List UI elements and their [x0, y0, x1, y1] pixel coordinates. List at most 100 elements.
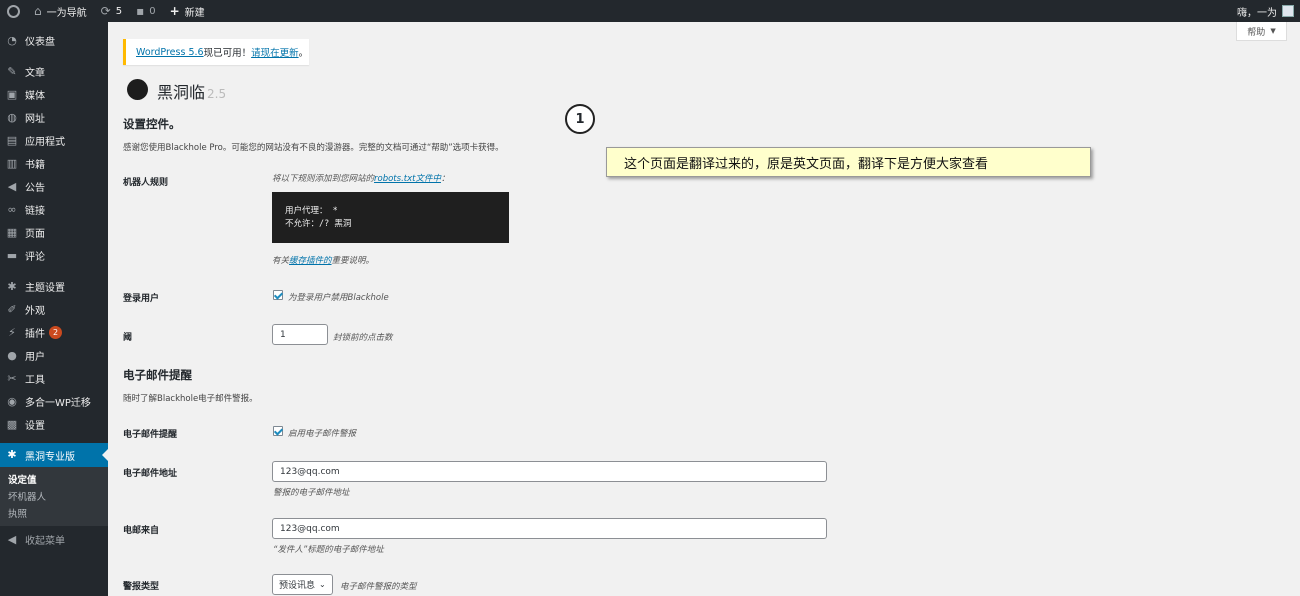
robots-hint-post: ： — [440, 174, 450, 184]
updates-icon: ⟳ — [100, 4, 111, 18]
sidebar-item-comments[interactable]: ▬ 评论 — [0, 244, 108, 267]
cache-note: 有关缓存插件的重要说明。 — [272, 254, 374, 266]
sidebar-item-label: 用户 — [25, 352, 45, 363]
notice-end: 。 — [298, 48, 309, 59]
comment-icon: ▪ — [136, 4, 145, 18]
comments-menu[interactable]: ▪ 0 — [129, 0, 163, 22]
chevron-down-icon: ⌄ — [319, 580, 326, 589]
sidebar-item-blackhole-pro[interactable]: ✱ 黑洞专业版 — [0, 443, 108, 467]
sidebar-item-label: 链接 — [25, 206, 45, 217]
new-content-menu[interactable]: + 新建 — [163, 0, 212, 22]
logged-users-checkbox[interactable] — [273, 290, 283, 300]
wp-logo-menu[interactable] — [0, 0, 27, 22]
threshold-label: 阈 — [123, 333, 133, 343]
sidebar-item-media[interactable]: ▣ 媒体 — [0, 83, 108, 106]
settings-description: 感谢您使用Blackhole Pro。可能您的网站没有不良的漫游器。完整的文档可… — [123, 143, 504, 153]
brush-icon: ✐ — [7, 302, 17, 316]
email-alerts-description: 随时了解Blackhole电子邮件警报。 — [123, 394, 258, 404]
sidebar-item-migration[interactable]: ◉ 多合一WP迁移 — [0, 390, 108, 413]
cache-note-post: 重要说明。 — [331, 256, 375, 266]
sidebar-item-label: 评论 — [25, 252, 45, 263]
wordpress-version-link[interactable]: WordPress 5.6 — [136, 47, 204, 58]
submenu-item-license[interactable]: 执照 — [0, 504, 108, 521]
wordpress-logo-icon — [7, 4, 20, 18]
logged-users-text: 为登录用户禁用Blackhole — [288, 293, 389, 303]
sidebar-item-sites[interactable]: ◍ 网址 — [0, 106, 108, 129]
email-address-input[interactable]: 123@qq.com — [272, 461, 827, 482]
sidebar-item-label: 黑洞专业版 — [25, 451, 75, 463]
greeting: 嗨，一为 — [1237, 7, 1277, 19]
cache-plugin-link[interactable]: 缓存插件的 — [289, 256, 332, 266]
avatar — [1282, 5, 1294, 17]
my-account-menu[interactable]: 嗨，一为 — [1237, 0, 1294, 22]
submenu-item-bad-bots[interactable]: 坏机器人 — [0, 487, 108, 504]
plugin-title: 黑洞临 — [157, 83, 206, 102]
sidebar-item-tools[interactable]: ✂ 工具 — [0, 367, 108, 390]
threshold-input[interactable]: 1 — [272, 324, 328, 345]
admin-sidebar: ◔ 仪表盘 ✎ 文章 ▣ 媒体 ◍ 网址 ▤ 应用程式 ▥ 书籍 ◀ 公告 ∞ 链接 ▦ 页面 ▬… — [0, 22, 108, 596]
gear-icon: ✱ — [7, 448, 17, 461]
sidebar-item-label: 设置 — [25, 421, 45, 432]
sidebar-item-dashboard[interactable]: ◔ 仪表盘 — [0, 29, 108, 52]
annotation-note: 这个页面是翻译过来的，原是英文页面，翻译下是方便大家查看 — [606, 147, 1091, 177]
book-icon: ▥ — [6, 156, 18, 170]
email-alerts-label: 电子邮件提醒 — [123, 430, 178, 440]
sidebar-item-appearance[interactable]: ✐ 外观 — [0, 298, 108, 321]
sidebar-item-users[interactable]: ● 用户 — [0, 344, 108, 367]
sidebar-item-label: 书籍 — [25, 160, 45, 171]
robots-line-1: 用户代理： * — [285, 206, 338, 216]
home-icon: ⌂ — [34, 4, 42, 18]
help-tab-button[interactable]: 帮助 ▼ — [1236, 22, 1287, 41]
comments-count: 0 — [149, 5, 156, 17]
settings-heading: 设置控件。 — [123, 117, 181, 131]
gear-icon: ✱ — [7, 279, 17, 293]
migrate-icon: ◉ — [7, 394, 17, 408]
robots-txt-link[interactable]: robots.txt文件中 — [374, 174, 441, 184]
email-address-label: 电子邮件地址 — [123, 469, 178, 479]
blackhole-submenu: 设定值 坏机器人 执照 — [0, 467, 108, 526]
blackhole-logo-icon — [127, 79, 148, 100]
update-now-link[interactable]: 请现在更新 — [251, 45, 299, 59]
sidebar-item-label: 页面 — [25, 229, 45, 240]
sidebar-item-label: 公告 — [25, 183, 45, 194]
alert-type-select[interactable]: 预设讯息 ⌄ — [272, 574, 333, 595]
link-icon: ∞ — [7, 202, 17, 216]
site-name: 一为导航 — [46, 7, 87, 19]
sidebar-item-label: 多合一WP迁移 — [25, 398, 91, 409]
site-name-menu[interactable]: ⌂ 一为导航 — [27, 0, 94, 22]
annotation-number-badge: 1 — [565, 104, 595, 134]
sidebar-item-settings[interactable]: ▩ 设置 — [0, 413, 108, 436]
updates-menu[interactable]: ⟳ 5 — [94, 0, 129, 22]
robots-line-2: 不允许：/? 黑洞 — [285, 219, 352, 229]
user-icon: ● — [7, 348, 17, 362]
settings-icon: ▩ — [6, 417, 18, 431]
email-from-input[interactable]: 123@qq.com — [272, 518, 827, 539]
email-address-note: 警报的电子邮件地址 — [273, 488, 350, 498]
chevron-down-icon: ▼ — [1270, 27, 1276, 35]
sidebar-item-apps[interactable]: ▤ 应用程式 — [0, 129, 108, 152]
sidebar-item-pages[interactable]: ▦ 页面 — [0, 221, 108, 244]
robots-hint: 将以下规则添加到您网站的robots.txt文件中： — [272, 172, 449, 184]
email-from-label: 电邮来自 — [123, 526, 160, 536]
submenu-item-settings[interactable]: 设定值 — [0, 470, 108, 487]
help-label: 帮助 — [1247, 27, 1266, 38]
sidebar-item-theme-settings[interactable]: ✱ 主题设置 — [0, 275, 108, 298]
sidebar-item-label: 仪表盘 — [25, 37, 55, 48]
sidebar-item-posts[interactable]: ✎ 文章 — [0, 60, 108, 83]
plugin-update-badge: 2 — [49, 326, 62, 339]
wrench-icon: ✂ — [7, 371, 17, 385]
collapse-menu-button[interactable]: ◀ 收起菜单 — [0, 528, 108, 551]
sidebar-item-label: 主题设置 — [25, 283, 65, 294]
megaphone-icon: ◀ — [7, 179, 17, 193]
robots-hint-pre: 将以下规则添加到您网站的 — [272, 174, 375, 184]
plus-icon: + — [169, 4, 180, 18]
app-icon: ▤ — [6, 133, 18, 147]
update-notice: WordPress 5.6 现已可用！ 请现在更新。 — [123, 39, 309, 65]
page-icon: ▦ — [6, 225, 18, 239]
sidebar-item-links[interactable]: ∞ 链接 — [0, 198, 108, 221]
sidebar-item-bulletin[interactable]: ◀ 公告 — [0, 175, 108, 198]
sidebar-item-plugins[interactable]: ⚡ 插件 2 — [0, 321, 108, 344]
email-alerts-checkbox[interactable] — [273, 426, 283, 436]
sidebar-item-label: 网址 — [25, 114, 45, 125]
sidebar-item-books[interactable]: ▥ 书籍 — [0, 152, 108, 175]
